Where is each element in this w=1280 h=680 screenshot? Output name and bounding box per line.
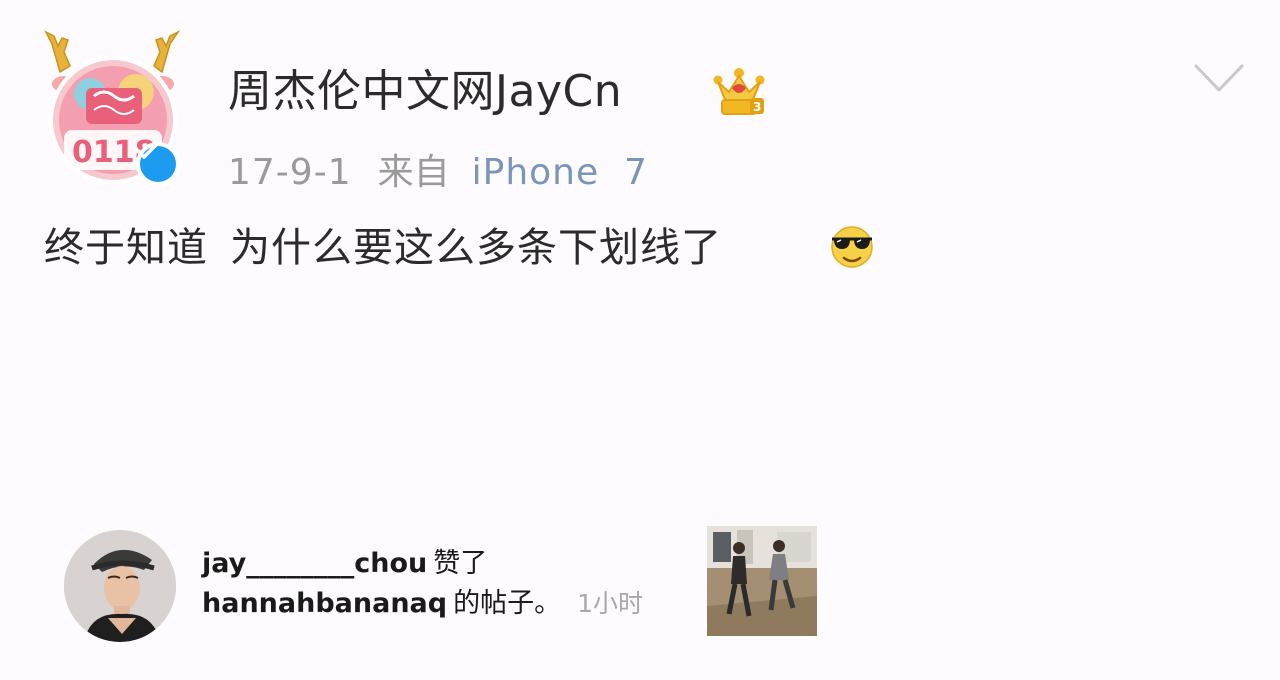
notification-time: 1小时 <box>577 589 643 618</box>
crown-icon[interactable]: 3 <box>712 66 766 118</box>
dance-photo-icon <box>707 526 817 636</box>
svg-text:3: 3 <box>753 100 761 114</box>
weibo-post-screenshot: 0118 周杰伦中文网JayCn 3 17-9-1 来自 iPhone 7 终于知道… <box>0 0 1280 680</box>
chevron-down-icon[interactable] <box>1192 58 1246 98</box>
post-text-part1: 终于知道 <box>44 225 208 271</box>
post-text-part2: 为什么要这么多条下划线了 <box>230 225 722 271</box>
source-prefix: 来自 <box>377 152 450 193</box>
verified-badge <box>136 142 180 186</box>
post-body: 终于知道 为什么要这么多条下划线了 <box>44 220 722 276</box>
post-meta: 17-9-1 来自 iPhone 7 <box>228 148 648 198</box>
notification-line2: hannahbananaq 的帖子。 1小时 <box>202 586 643 622</box>
notification-user[interactable]: jay________chou <box>202 548 427 579</box>
author-avatar[interactable]: 0118 <box>38 22 188 192</box>
checkmark-icon <box>136 143 158 159</box>
person-photo-icon <box>64 530 176 642</box>
notification-avatar[interactable] <box>64 530 176 642</box>
notification-action: 赞了 <box>433 548 488 579</box>
author-name[interactable]: 周杰伦中文网JayCn <box>228 62 622 122</box>
notification-target-user[interactable]: hannahbananaq <box>202 588 447 619</box>
sunglasses-emoji-icon <box>831 226 873 268</box>
post-date: 17-9-1 <box>228 152 352 193</box>
notification-line1: jay________chou 赞了 <box>202 546 487 582</box>
notification-target-suffix: 的帖子。 <box>453 588 562 619</box>
notification-thumbnail[interactable] <box>707 526 817 636</box>
device-link[interactable]: iPhone 7 <box>472 152 648 193</box>
